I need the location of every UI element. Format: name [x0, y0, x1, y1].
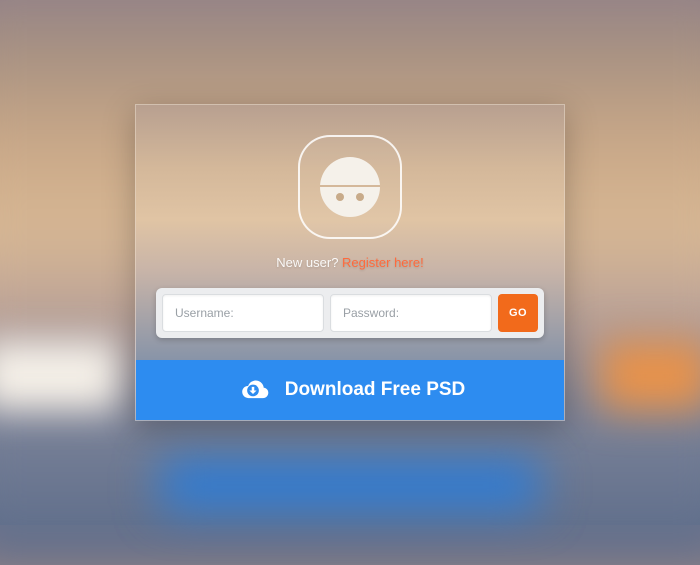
avatar-frame-icon — [298, 135, 402, 239]
cloud-download-icon — [235, 377, 271, 403]
password-input[interactable] — [330, 294, 492, 332]
login-form: GO — [156, 288, 544, 338]
submit-button[interactable]: GO — [498, 294, 538, 332]
background-blur-decor — [0, 340, 120, 410]
login-card: New user? Register here! GO Download Fre… — [135, 104, 565, 421]
register-row: New user? Register here! — [276, 255, 423, 270]
download-button[interactable]: Download Free PSD — [136, 360, 564, 420]
avatar-eyes-icon — [320, 193, 380, 201]
avatar-face-icon — [320, 157, 380, 217]
background-blur-decor — [160, 460, 540, 510]
download-label: Download Free PSD — [285, 379, 466, 401]
username-input[interactable] — [162, 294, 324, 332]
register-prompt: New user? — [276, 255, 342, 270]
register-link[interactable]: Register here! — [342, 255, 424, 270]
card-top-panel: New user? Register here! GO — [136, 105, 564, 360]
background-blur-decor — [600, 340, 700, 410]
